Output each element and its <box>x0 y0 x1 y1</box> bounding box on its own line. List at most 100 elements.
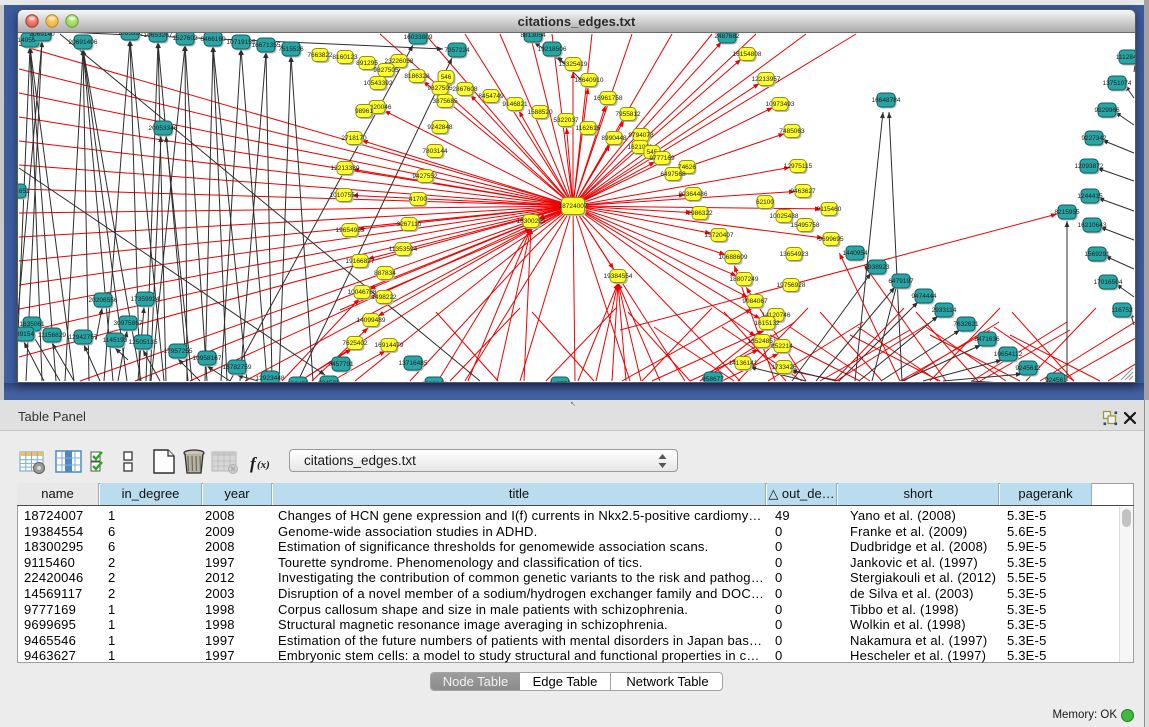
svg-text:14099489: 14099489 <box>357 317 386 324</box>
svg-text:252214: 252214 <box>771 343 793 350</box>
svg-text:1145193: 1145193 <box>103 337 128 344</box>
svg-text:9463627: 9463627 <box>790 188 816 195</box>
svg-text:16154808: 16154808 <box>733 51 762 58</box>
svg-text:15720407: 15720407 <box>705 232 734 239</box>
svg-text:8813054: 8813054 <box>520 33 546 39</box>
svg-text:1569291: 1569291 <box>1084 251 1110 258</box>
svg-text:8186328: 8186328 <box>404 73 430 80</box>
svg-text:2718170: 2718170 <box>341 135 367 142</box>
svg-text:1733426: 1733426 <box>771 364 797 371</box>
svg-text:845779: 845779 <box>549 381 571 382</box>
svg-text:7485063: 7485063 <box>779 128 805 135</box>
svg-text:10543392: 10543392 <box>364 80 393 87</box>
svg-text:9146821: 9146821 <box>502 101 528 108</box>
svg-text:17016504: 17016504 <box>1094 279 1123 286</box>
svg-text:18640910: 18640910 <box>575 77 604 84</box>
svg-text:20691406: 20691406 <box>69 39 98 46</box>
svg-text:12093872: 12093872 <box>1075 163 1104 170</box>
svg-text:10973493: 10973493 <box>766 101 795 108</box>
svg-text:7357224: 7357224 <box>444 47 470 54</box>
svg-text:12923448: 12923448 <box>256 375 285 382</box>
svg-text:2069140: 2069140 <box>29 33 55 38</box>
svg-text:17957255: 17957255 <box>164 348 193 355</box>
svg-text:3267110: 3267110 <box>397 221 422 228</box>
svg-text:10654112: 10654112 <box>994 351 1023 358</box>
svg-text:20206556: 20206556 <box>89 297 118 304</box>
svg-text:10653267: 10653267 <box>144 33 173 39</box>
svg-text:10025438: 10025438 <box>770 213 799 220</box>
svg-text:9699695: 9699695 <box>818 236 844 243</box>
svg-text:7955812: 7955812 <box>615 111 641 118</box>
svg-text:18807249: 18807249 <box>730 276 759 283</box>
svg-text:3875685: 3875685 <box>432 98 458 105</box>
svg-text:2661651: 2661651 <box>18 188 30 195</box>
svg-text:12505135: 12505135 <box>129 339 158 346</box>
svg-text:8215955: 8215955 <box>1054 209 1080 216</box>
svg-text:6497568: 6497568 <box>660 171 686 178</box>
svg-text:12975115: 12975115 <box>784 163 813 170</box>
svg-text:1588520: 1588520 <box>527 109 553 116</box>
svg-text:9474444: 9474444 <box>911 293 937 300</box>
svg-text:10688609: 10688609 <box>719 254 748 261</box>
svg-text:2487682: 2487682 <box>714 33 740 40</box>
svg-text:1440954: 1440954 <box>842 250 868 257</box>
svg-text:19166827: 19166827 <box>346 258 375 265</box>
svg-text:20364486: 20364486 <box>679 191 708 198</box>
svg-text:9227342: 9227342 <box>1081 135 1107 142</box>
svg-text:18300295: 18300295 <box>517 218 546 225</box>
svg-text:10958167: 10958167 <box>193 355 222 362</box>
svg-text:9327505: 9327505 <box>427 85 453 92</box>
svg-text:12213389: 12213389 <box>331 165 360 172</box>
svg-text:39154: 39154 <box>18 331 34 338</box>
svg-text:14136141: 14136141 <box>729 360 758 367</box>
svg-text:5322037: 5322037 <box>553 117 579 124</box>
svg-text:6479197: 6479197 <box>888 278 914 285</box>
svg-text:9245612: 9245612 <box>1015 365 1041 372</box>
svg-text:1615132: 1615132 <box>754 320 780 327</box>
svg-text:1162615: 1162615 <box>576 125 601 132</box>
svg-text:10107554: 10107554 <box>330 192 359 199</box>
svg-text:16648784: 16648784 <box>872 97 901 104</box>
svg-text:98961: 98961 <box>355 108 373 115</box>
svg-text:9084067: 9084067 <box>742 298 768 305</box>
svg-text:8471636: 8471636 <box>974 336 1000 343</box>
svg-text:9777169: 9777169 <box>649 155 675 162</box>
svg-text:887834: 887834 <box>374 270 396 277</box>
svg-text:8990448: 8990448 <box>601 135 627 142</box>
svg-text:2933114: 2933114 <box>932 307 957 314</box>
svg-text:116753: 116753 <box>1111 307 1133 314</box>
svg-text:9329966: 9329966 <box>1094 107 1120 114</box>
svg-text:12942757: 12942757 <box>69 334 98 341</box>
svg-text:13716485: 13716485 <box>399 360 428 367</box>
svg-text:9242848: 9242848 <box>427 124 453 131</box>
svg-text:8938923: 8938923 <box>864 264 890 271</box>
svg-text:992450: 992450 <box>287 381 309 382</box>
svg-text:7803144: 7803144 <box>422 148 448 155</box>
svg-text:9827505: 9827505 <box>373 67 399 74</box>
svg-text:1498222: 1498222 <box>371 294 397 301</box>
svg-text:62100: 62100 <box>756 199 774 206</box>
svg-text:15495758: 15495758 <box>791 222 820 229</box>
svg-text:834506: 834506 <box>318 380 340 382</box>
svg-text:30975867: 30975867 <box>114 320 143 327</box>
svg-text:41700: 41700 <box>409 196 427 203</box>
svg-text:19654983: 19654983 <box>336 227 365 234</box>
svg-text:2867608: 2867608 <box>452 86 478 93</box>
svg-text:891295: 891295 <box>356 60 378 67</box>
svg-text:8160123: 8160123 <box>332 54 358 61</box>
svg-text:12213957: 12213957 <box>752 76 781 83</box>
svg-text:1292344: 1292344 <box>421 381 447 382</box>
svg-text:9457791: 9457791 <box>328 361 354 368</box>
svg-text:16961758: 16961758 <box>594 95 623 102</box>
svg-text:13325419: 13325419 <box>559 61 588 68</box>
svg-text:9115460: 9115460 <box>817 206 842 213</box>
svg-text:2986322: 2986322 <box>687 210 713 217</box>
svg-text:16033809: 16033809 <box>404 34 433 41</box>
svg-text:13751074: 13751074 <box>1103 80 1132 87</box>
svg-text:16914479: 16914479 <box>375 342 404 349</box>
svg-text:7663822: 7663822 <box>307 52 333 59</box>
svg-text:(x): (x) <box>257 459 270 471</box>
svg-text:18724007: 18724007 <box>559 203 588 210</box>
svg-text:958677: 958677 <box>702 376 724 382</box>
svg-text:1244415: 1244415 <box>1077 193 1103 200</box>
